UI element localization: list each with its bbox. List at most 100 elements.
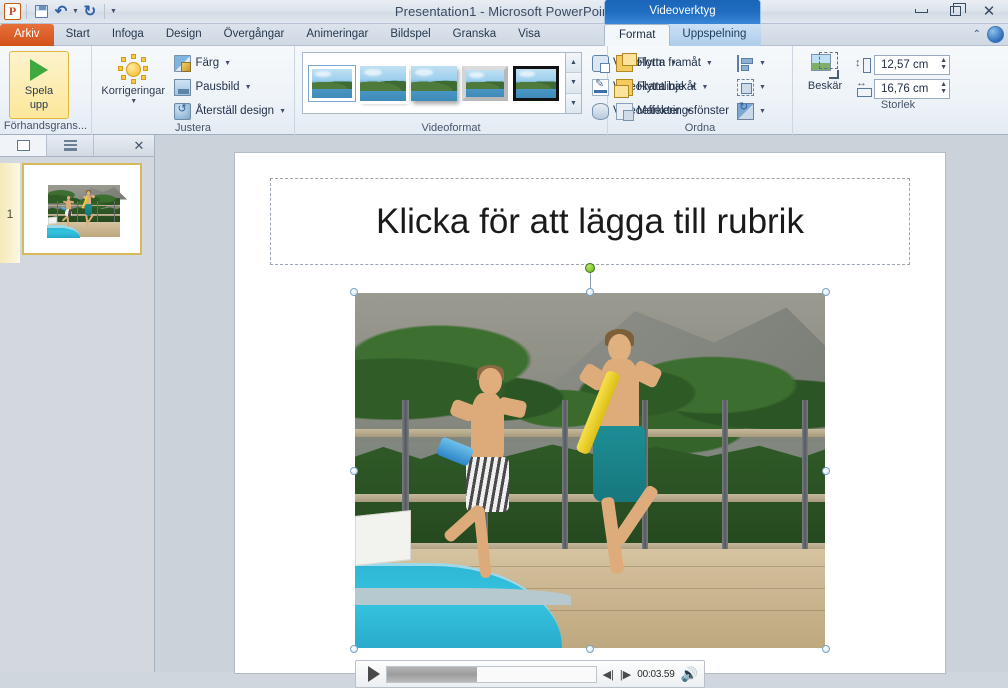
color-label: Färg [195, 57, 220, 69]
send-backward-dropdown-icon[interactable]: ▼ [701, 84, 708, 91]
playbar-progress-track[interactable] [386, 665, 597, 683]
video-effects-icon [592, 102, 609, 120]
slides-tab[interactable] [0, 135, 47, 156]
poster-frame-button[interactable]: Pausbild ▼ [170, 76, 290, 98]
poster-frame-icon [174, 78, 192, 96]
handle-top-left[interactable] [350, 288, 358, 296]
video-style-4[interactable] [462, 65, 508, 101]
align-button[interactable]: ▼ [735, 52, 768, 74]
video-style-2[interactable] [360, 65, 406, 101]
height-value: 12,57 cm [881, 59, 929, 71]
slides-pane: ✕ 1 [0, 135, 155, 672]
outline-tab[interactable] [47, 135, 94, 156]
group-icon [737, 78, 755, 96]
height-stepper[interactable]: ▲ ▼ [940, 57, 947, 71]
color-dropdown-icon[interactable]: ▼ [224, 60, 231, 67]
arrange-icon-commands: ▼ ▼ ▼ [735, 49, 768, 122]
title-placeholder[interactable]: Klicka för att lägga till rubrik [270, 178, 910, 265]
help-icon[interactable] [987, 26, 1004, 43]
tab-bildspel[interactable]: Bildspel [379, 24, 441, 46]
handle-bottom-center[interactable] [586, 645, 594, 653]
corrections-button[interactable]: Korrigeringar ▼ [96, 49, 170, 105]
rotate-dropdown-icon[interactable]: ▼ [759, 108, 766, 115]
corrections-label: Korrigeringar [101, 85, 166, 97]
slide-thumbnail[interactable] [22, 163, 142, 255]
playbar-volume-icon[interactable]: 🔊 [681, 667, 698, 681]
ribbon-group-size: Beskär 12,57 cm ▲▼ 16,76 cm [793, 46, 1003, 135]
color-icon [174, 54, 192, 72]
playbar-time: 00:03.59 [637, 668, 675, 680]
group-label-adjust: Justera [174, 122, 212, 134]
send-backward-button[interactable]: Flytta bakåt ▼ [612, 76, 733, 98]
ribbon-tab-strip: Arkiv Start Infoga Design Övergångar Ani… [0, 24, 1008, 46]
tab-format[interactable]: Format [604, 24, 671, 46]
video-style-5[interactable] [513, 65, 559, 101]
slide-canvas[interactable]: Klicka för att lägga till rubrik ◀| |▶ 0… [235, 153, 945, 688]
handle-top-center[interactable] [586, 288, 594, 296]
tab-uppspelning[interactable]: Uppspelning [670, 24, 758, 46]
close-pane-button[interactable]: ✕ [124, 135, 154, 156]
chevron-up-icon[interactable]: ⌃ [973, 29, 981, 40]
gallery-scroll-down-icon[interactable]: ▼ [566, 73, 581, 94]
handle-top-right[interactable] [822, 288, 830, 296]
height-input[interactable]: 12,57 cm ▲ ▼ [874, 55, 950, 75]
width-stepper[interactable]: ▲ ▼ [940, 81, 947, 95]
playbar-play-icon[interactable] [368, 666, 380, 682]
reset-design-button[interactable]: Återställ design ▼ [170, 100, 290, 122]
bring-forward-label: Flytta framåt [637, 57, 701, 69]
rotation-handle[interactable] [585, 263, 595, 273]
slides-pane-tabs: ✕ [0, 135, 154, 157]
close-button[interactable]: ✕ [972, 1, 1006, 21]
tab-overgangar[interactable]: Övergångar [213, 24, 296, 46]
crop-icon [811, 52, 839, 79]
corrections-dropdown-icon[interactable]: ▼ [130, 98, 137, 105]
title-placeholder-text: Klicka för att lägga till rubrik [376, 201, 804, 241]
tab-animeringar[interactable]: Animeringar [295, 24, 379, 46]
play-button-label-2: upp [29, 99, 49, 111]
gallery-scroll-up-icon[interactable]: ▲ [566, 53, 581, 74]
group-button[interactable]: ▼ [735, 76, 768, 98]
minimize-button[interactable] [904, 1, 938, 21]
tab-visa[interactable]: Visa [507, 24, 551, 46]
crop-button[interactable]: Beskär [799, 51, 851, 99]
video-object[interactable] [350, 263, 830, 653]
reset-design-dropdown-icon[interactable]: ▼ [279, 108, 286, 115]
handle-middle-right[interactable] [822, 466, 830, 475]
video-frame [355, 293, 825, 648]
video-style-3[interactable] [411, 65, 457, 101]
play-button[interactable]: Spela upp [9, 51, 69, 119]
selection-pane-button[interactable]: Markeringsfönster [612, 100, 733, 122]
tab-start[interactable]: Start [55, 24, 101, 46]
gallery-more-icon[interactable]: ▼ [566, 93, 581, 113]
rotate-button[interactable]: ▼ [735, 100, 768, 122]
bring-forward-dropdown-icon[interactable]: ▼ [706, 60, 713, 67]
restore-button[interactable] [938, 1, 972, 21]
handle-bottom-right[interactable] [822, 645, 830, 653]
slides-tab-icon [16, 140, 30, 151]
tab-infoga[interactable]: Infoga [101, 24, 155, 46]
poster-frame-dropdown-icon[interactable]: ▼ [245, 84, 252, 91]
tab-granska[interactable]: Granska [442, 24, 507, 46]
play-button-label-1: Spela [24, 85, 54, 97]
playbar-step-forward-icon[interactable]: |▶ [620, 668, 631, 681]
video-style-1[interactable] [308, 64, 356, 102]
group-label-preview: Förhandsgrans... [3, 120, 88, 132]
playbar-step-back-icon[interactable]: ◀| [603, 668, 614, 681]
slide-thumbnail-item[interactable]: 1 [0, 163, 154, 265]
handle-middle-left[interactable] [350, 466, 358, 475]
playbar-progress-fill [387, 666, 477, 682]
color-button[interactable]: Färg ▼ [170, 52, 290, 74]
align-dropdown-icon[interactable]: ▼ [759, 60, 766, 67]
size-spinners: 12,57 cm ▲▼ 16,76 cm ▲▼ [855, 51, 950, 99]
tab-design[interactable]: Design [155, 24, 213, 46]
slide-stage: Klicka för att lägga till rubrik ◀| |▶ 0… [155, 135, 1008, 688]
tab-arkiv[interactable]: Arkiv [0, 24, 54, 46]
group-dropdown-icon[interactable]: ▼ [759, 84, 766, 91]
crop-label: Beskär [807, 80, 843, 92]
tab-list: Arkiv Start Infoga Design Övergångar Ani… [0, 24, 1008, 46]
bring-forward-button[interactable]: Flytta framåt ▼ [612, 52, 733, 74]
selection-pane-label: Markeringsfönster [637, 105, 730, 117]
handle-bottom-left[interactable] [350, 645, 358, 653]
ribbon-group-videoformat: ▲ ▼ ▼ Videoform ▼ Videokantlinje ▼ [295, 46, 696, 135]
width-input[interactable]: 16,76 cm ▲ ▼ [874, 79, 950, 99]
